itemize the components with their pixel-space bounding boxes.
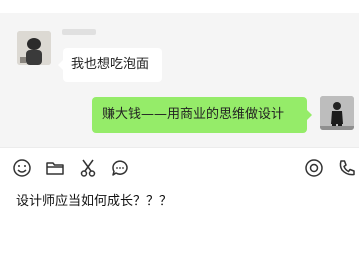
incoming-message-bubble[interactable]: 我也想吃泡面 — [58, 48, 162, 82]
message-toolbar — [0, 148, 359, 188]
message-input-text: 设计师应当如何成长？？？ — [16, 194, 173, 209]
phone-icon[interactable] — [336, 157, 358, 179]
chat-history: 我也想吃泡面 赚大钱——用商业的思维做设计 — [0, 0, 359, 148]
outgoing-message-text: 赚大钱——用商业的思维做设计 — [102, 107, 285, 122]
outgoing-message-bubble[interactable]: 赚大钱——用商业的思维做设计 — [92, 97, 312, 133]
sender-name-placeholder — [62, 29, 96, 35]
chat-bubble-icon[interactable] — [109, 157, 131, 179]
my-avatar[interactable] — [320, 96, 354, 130]
scissors-icon[interactable] — [77, 157, 99, 179]
message-input[interactable]: 设计师应当如何成长？？？ — [16, 190, 172, 209]
contact-avatar[interactable] — [17, 31, 51, 65]
incoming-message-text: 我也想吃泡面 — [71, 57, 150, 72]
record-icon[interactable] — [303, 157, 325, 179]
folder-icon[interactable] — [44, 157, 66, 179]
emoji-icon[interactable] — [11, 157, 33, 179]
my-avatar-image — [320, 96, 354, 130]
contact-avatar-image — [17, 31, 51, 65]
